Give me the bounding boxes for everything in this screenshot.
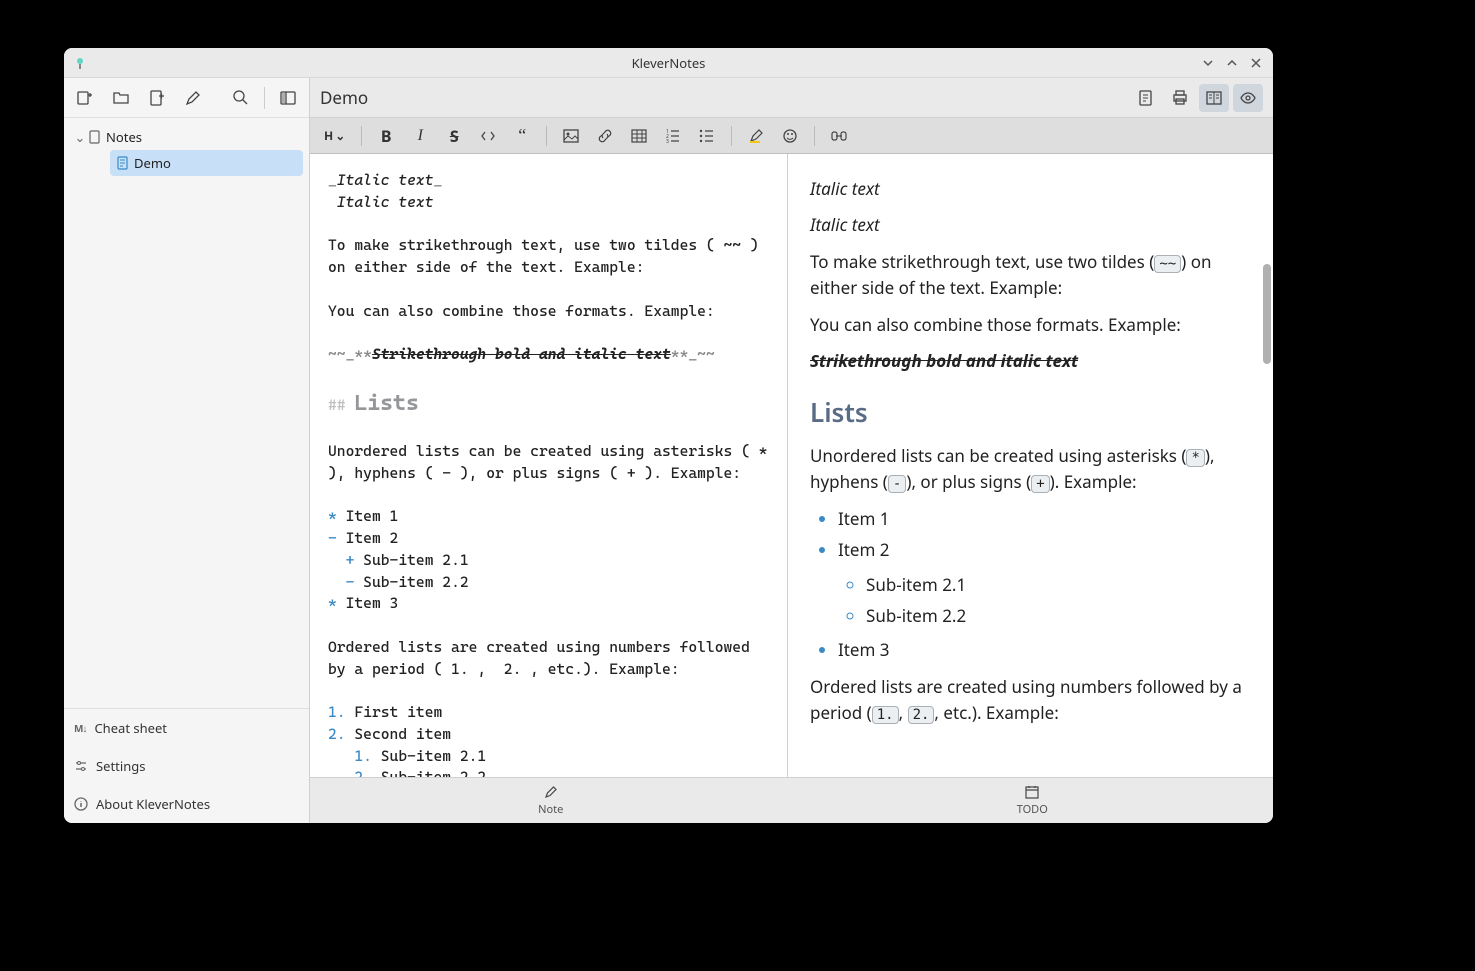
app-icon bbox=[72, 55, 88, 71]
pencil-icon bbox=[543, 784, 559, 800]
code-button[interactable] bbox=[474, 123, 502, 149]
list-item: Sub-item 2.2 bbox=[866, 603, 1251, 629]
sidebar-toolbar bbox=[64, 78, 309, 118]
lists-heading: Lists bbox=[810, 392, 1251, 432]
sidebar: ⌄ Notes Demo M↓ Cheat sheet Settings bbox=[64, 78, 310, 823]
sliders-icon bbox=[74, 759, 88, 773]
list-item: Item 2 Sub-item 2.1 Sub-item 2.2 bbox=[838, 537, 1251, 629]
table-button[interactable] bbox=[625, 123, 653, 149]
svg-text:3: 3 bbox=[666, 139, 669, 145]
italic-button[interactable]: I bbox=[406, 123, 434, 149]
internal-link-button[interactable] bbox=[825, 123, 853, 149]
calendar-icon bbox=[1024, 784, 1040, 800]
highlight-button[interactable] bbox=[742, 123, 770, 149]
editor-pane[interactable]: __Italic text_Italic text_ Italic text T… bbox=[310, 154, 788, 777]
split-view-button[interactable] bbox=[1199, 84, 1229, 112]
chevron-down-icon: ⌄ bbox=[72, 128, 88, 146]
list-item: Sub-item 2.1 bbox=[866, 572, 1251, 598]
tree-root-label: Notes bbox=[106, 128, 142, 146]
search-button[interactable] bbox=[226, 84, 256, 112]
maximize-icon[interactable] bbox=[1225, 56, 1239, 70]
new-subfolder-button[interactable] bbox=[106, 84, 136, 112]
print-button[interactable] bbox=[1165, 84, 1195, 112]
window-title: KleverNotes bbox=[64, 54, 1273, 72]
about-button[interactable]: About KleverNotes bbox=[64, 785, 309, 823]
tree-root-notes[interactable]: ⌄ Notes bbox=[66, 124, 307, 150]
collapse-sidebar-button[interactable] bbox=[273, 84, 303, 112]
tab-todo[interactable]: TODO bbox=[792, 778, 1274, 823]
close-icon[interactable] bbox=[1249, 56, 1263, 70]
tree-item-demo[interactable]: Demo bbox=[110, 150, 303, 176]
book-icon bbox=[88, 130, 106, 144]
main-area: Demo H ⌄ B I S “ 123 bbox=[310, 78, 1273, 823]
note-icon bbox=[116, 156, 134, 170]
bold-button[interactable]: B bbox=[372, 123, 400, 149]
settings-button[interactable]: Settings bbox=[64, 747, 309, 785]
chevron-down-icon: ⌄ bbox=[335, 127, 345, 144]
tab-note[interactable]: Note bbox=[310, 778, 792, 823]
markdown-icon: M↓ bbox=[74, 721, 86, 735]
minimize-icon[interactable] bbox=[1201, 56, 1215, 70]
preview-button[interactable] bbox=[1233, 84, 1263, 112]
note-header: Demo bbox=[310, 78, 1273, 118]
heading-button[interactable]: H ⌄ bbox=[318, 123, 351, 149]
preview-ul: Item 1 Item 2 Sub-item 2.1 Sub-item 2.2 … bbox=[810, 506, 1251, 664]
scrollbar-thumb[interactable] bbox=[1263, 264, 1271, 364]
list-item: Item 3 bbox=[838, 637, 1251, 663]
cheat-sheet-button[interactable]: M↓ Cheat sheet bbox=[64, 709, 309, 747]
quote-button[interactable]: “ bbox=[508, 123, 536, 149]
list-item: Item 1 bbox=[838, 506, 1251, 532]
image-button[interactable] bbox=[557, 123, 585, 149]
titlebar: KleverNotes bbox=[64, 48, 1273, 78]
info-icon bbox=[74, 797, 88, 811]
new-note-button[interactable] bbox=[142, 84, 172, 112]
strikethrough-button[interactable]: S bbox=[440, 123, 468, 149]
document-info-button[interactable] bbox=[1131, 84, 1161, 112]
edit-button[interactable] bbox=[178, 84, 208, 112]
app-window: KleverNotes ⌄ Notes bbox=[64, 48, 1273, 823]
preview-pane: Italic text Italic text To make striketh… bbox=[788, 154, 1273, 777]
tree-item-label: Demo bbox=[134, 154, 171, 172]
editor-toolbar: H ⌄ B I S “ 123 bbox=[310, 118, 1273, 154]
new-folder-button[interactable] bbox=[70, 84, 100, 112]
notes-tree: ⌄ Notes Demo bbox=[64, 118, 309, 708]
link-button[interactable] bbox=[591, 123, 619, 149]
emoji-button[interactable] bbox=[776, 123, 804, 149]
ordered-list-button[interactable]: 123 bbox=[659, 123, 687, 149]
unordered-list-button[interactable] bbox=[693, 123, 721, 149]
bottom-tabs: Note TODO bbox=[310, 777, 1273, 823]
note-title: Demo bbox=[320, 86, 368, 109]
content-area: __Italic text_Italic text_ Italic text T… bbox=[310, 154, 1273, 777]
